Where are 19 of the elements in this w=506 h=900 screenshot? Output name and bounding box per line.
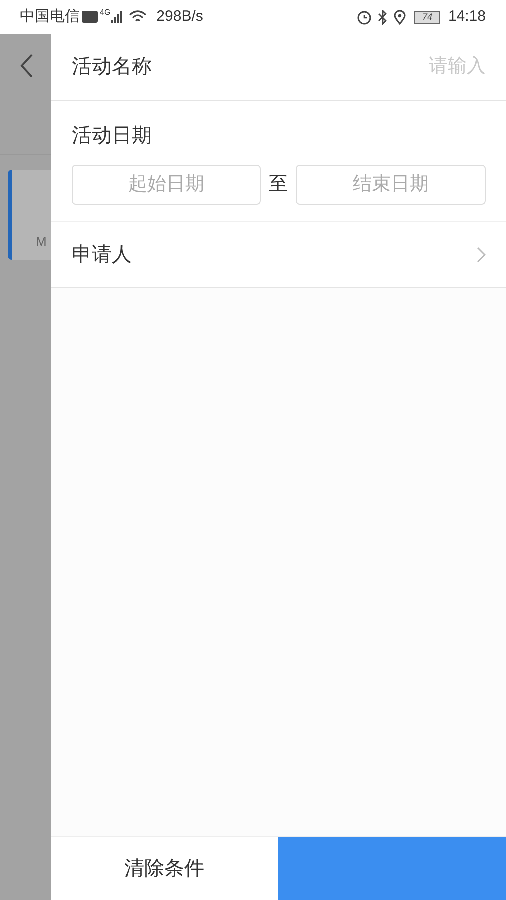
network-type: 4G [100,7,111,19]
field-label: 活动名称 [72,55,152,80]
bluetooth-icon [378,10,388,24]
battery-indicator: 74 [414,10,440,24]
location-icon [394,10,406,24]
card-subtitle: M [36,235,48,248]
date-field[interactable]: 结束日期 [296,165,486,205]
signal-icon [110,11,123,23]
clock: 14:18 [448,6,486,27]
alarm-icon [357,10,372,24]
range-separator: 至 [269,172,288,197]
carrier-name: 中国电信 [20,6,80,27]
chevron-right-icon [477,246,486,262]
field-label: 申请人 [72,242,133,268]
date-field[interactable]: 起始日期 [72,165,261,205]
field-label: 活动日期 [72,124,153,149]
back-icon[interactable] [20,54,34,78]
network-speed: 298B/s [156,6,204,27]
wifi-icon [128,10,147,24]
